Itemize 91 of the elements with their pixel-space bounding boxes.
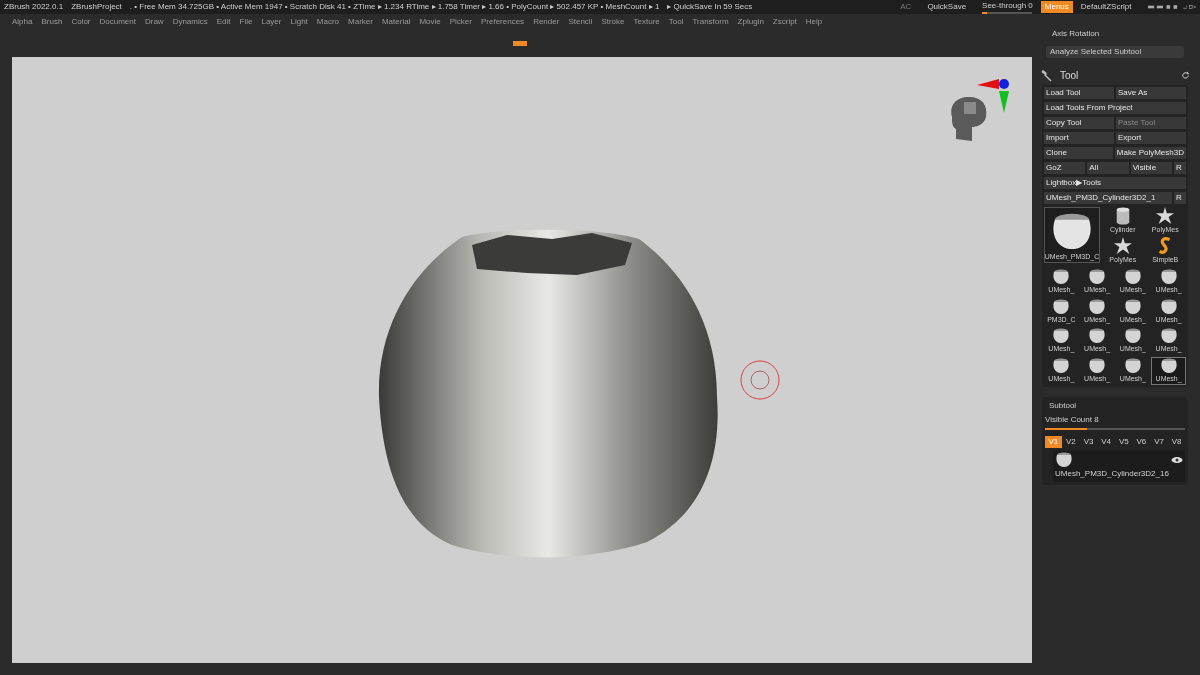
menu-item[interactable]: File xyxy=(239,16,253,28)
vase-thumbnail-icon xyxy=(1123,328,1142,344)
menu-item[interactable]: Color xyxy=(71,16,91,28)
version-tab[interactable]: V2 xyxy=(1062,436,1080,448)
menu-item[interactable]: Dynamics xyxy=(172,16,208,28)
quicksave-timer: ▸ QuickSave In 59 Secs xyxy=(667,1,753,13)
menu-item[interactable]: Stroke xyxy=(601,16,625,28)
version-tab[interactable]: V6 xyxy=(1133,436,1150,448)
menu-item[interactable]: Zplugin xyxy=(737,16,764,28)
vase-thumbnail-icon xyxy=(1088,298,1107,315)
menu-item[interactable]: Document xyxy=(99,16,136,28)
menu-item[interactable]: Preferences xyxy=(481,16,525,28)
menu-item[interactable]: Edit xyxy=(216,16,231,28)
tray-handle-icon[interactable] xyxy=(513,41,527,46)
vase-thumbnail-icon xyxy=(1050,211,1094,252)
vase-thumbnail-icon xyxy=(1052,357,1071,374)
menu-item[interactable]: Picker xyxy=(449,16,472,28)
vase-thumbnail-icon xyxy=(1088,328,1107,344)
tool-button[interactable]: Clone xyxy=(1044,147,1113,159)
version-tab[interactable]: V3 xyxy=(1080,436,1097,448)
menu-item[interactable]: Stencil xyxy=(568,16,593,28)
brush-cursor-icon xyxy=(740,360,780,400)
vase-thumbnail-icon xyxy=(1159,298,1178,315)
stats-text: . • Free Mem 34.725GB • Active Mem 1947 • Scratch Disk 41 • ZTime ▸ 1.234 RTime ▸ 1.758 Timer ▸ 1.66 • PolyCount ▸ 502.457 KP • MeshCount ▸ 1 xyxy=(129,1,660,13)
refresh-icon[interactable] xyxy=(1181,71,1190,80)
tool-button[interactable]: Lightbox▶Tools xyxy=(1044,177,1186,189)
window-controls-icon[interactable] xyxy=(1147,3,1196,11)
tool-button[interactable]: All xyxy=(1087,162,1129,174)
vase-thumbnail-icon xyxy=(1159,269,1178,285)
tool-button[interactable]: Load Tool xyxy=(1044,87,1114,99)
menu-item[interactable]: Light xyxy=(290,16,308,28)
tool-button[interactable]: Save As xyxy=(1116,87,1186,99)
app-title: ZBrush 2022.0.1 xyxy=(4,1,64,13)
vase-thumbnail-icon xyxy=(1052,269,1071,285)
tool-button[interactable]: GoZ xyxy=(1044,162,1086,174)
tool-button[interactable]: UMesh_PM3D_Cylinder3D2_1 xyxy=(1044,192,1172,204)
vase-thumbnail-icon xyxy=(1088,269,1107,285)
project-name: ZBrushProject xyxy=(71,1,122,13)
version-tab[interactable]: V7 xyxy=(1150,436,1168,448)
tool-button[interactable]: Import xyxy=(1044,132,1114,144)
hammer-icon xyxy=(1040,69,1052,82)
see-through-label: See-through 0 xyxy=(982,0,1033,12)
menu-item[interactable]: Marker xyxy=(348,16,373,28)
viewport-canvas[interactable] xyxy=(12,57,1032,663)
menu-item[interactable]: Help xyxy=(805,16,823,28)
menu-item[interactable]: Material xyxy=(381,16,411,28)
subtool-item[interactable]: UMesh_PM3D_Cylinder3D2_16 xyxy=(1053,450,1185,482)
version-tab[interactable]: V5 xyxy=(1115,436,1133,448)
vase-thumbnail-icon xyxy=(1159,357,1178,374)
tool-button[interactable]: Visible xyxy=(1130,162,1172,174)
tool-panel-title: Tool xyxy=(1060,69,1080,83)
menu-item[interactable]: Layer xyxy=(261,16,282,28)
tool-button[interactable]: Load Tools From Project xyxy=(1044,102,1186,114)
vase-thumbnail-icon xyxy=(1055,452,1073,468)
tool-button[interactable]: Export xyxy=(1116,132,1186,144)
menu-item[interactable]: Draw xyxy=(144,16,164,28)
vase-thumbnail-icon xyxy=(1088,357,1107,374)
ac-label: AC xyxy=(900,1,912,13)
menu-item[interactable]: Brush xyxy=(41,16,63,28)
menu-item[interactable]: Zscript xyxy=(772,16,797,28)
menu-item[interactable]: Tool xyxy=(668,16,684,28)
axis-rotation-label: Axis Rotation xyxy=(1052,28,1101,40)
menu-item[interactable]: Movie xyxy=(419,16,441,28)
version-tab[interactable]: V4 xyxy=(1097,436,1115,448)
tool-button[interactable]: Copy Tool xyxy=(1044,117,1114,129)
menu-item[interactable]: Texture xyxy=(633,16,660,28)
vase-thumbnail-icon xyxy=(1123,298,1142,315)
menu-item[interactable]: Alpha xyxy=(12,16,33,28)
cylinder-icon xyxy=(1114,207,1131,225)
vase-thumbnail-icon xyxy=(1052,328,1071,344)
tool-button[interactable]: R xyxy=(1174,192,1186,204)
script-name: DefaultZScript xyxy=(1080,1,1132,13)
version-tab[interactable]: V8 xyxy=(1168,436,1185,448)
subtool-title: Subtool xyxy=(1049,400,1078,412)
tool-button[interactable]: R xyxy=(1174,162,1186,174)
vase-thumbnail-icon xyxy=(1052,298,1071,315)
visible-count-label: Visible Count 8 xyxy=(1045,414,1100,426)
visibility-eye-icon[interactable] xyxy=(1171,456,1183,464)
subtool-name: UMesh_PM3D_Cylinder3D2_16 xyxy=(1055,468,1170,480)
vase-thumbnail-icon xyxy=(1159,328,1178,344)
star-shape-icon xyxy=(1156,207,1175,225)
vase-thumbnail-icon xyxy=(1123,357,1142,374)
vase-thumbnail-icon xyxy=(1123,269,1142,285)
s-shape-icon xyxy=(1158,236,1173,255)
menu-item[interactable]: Transform xyxy=(692,16,729,28)
quicksave-button[interactable]: QuickSave xyxy=(927,1,967,13)
analyze-subtool-button[interactable]: Analyze Selected Subtool xyxy=(1046,46,1184,58)
menu-item[interactable]: Render xyxy=(533,16,560,28)
star-shape-icon xyxy=(1113,236,1132,255)
tool-button[interactable]: Make PolyMesh3D xyxy=(1114,147,1186,159)
menu-item[interactable]: Macro xyxy=(316,16,340,28)
